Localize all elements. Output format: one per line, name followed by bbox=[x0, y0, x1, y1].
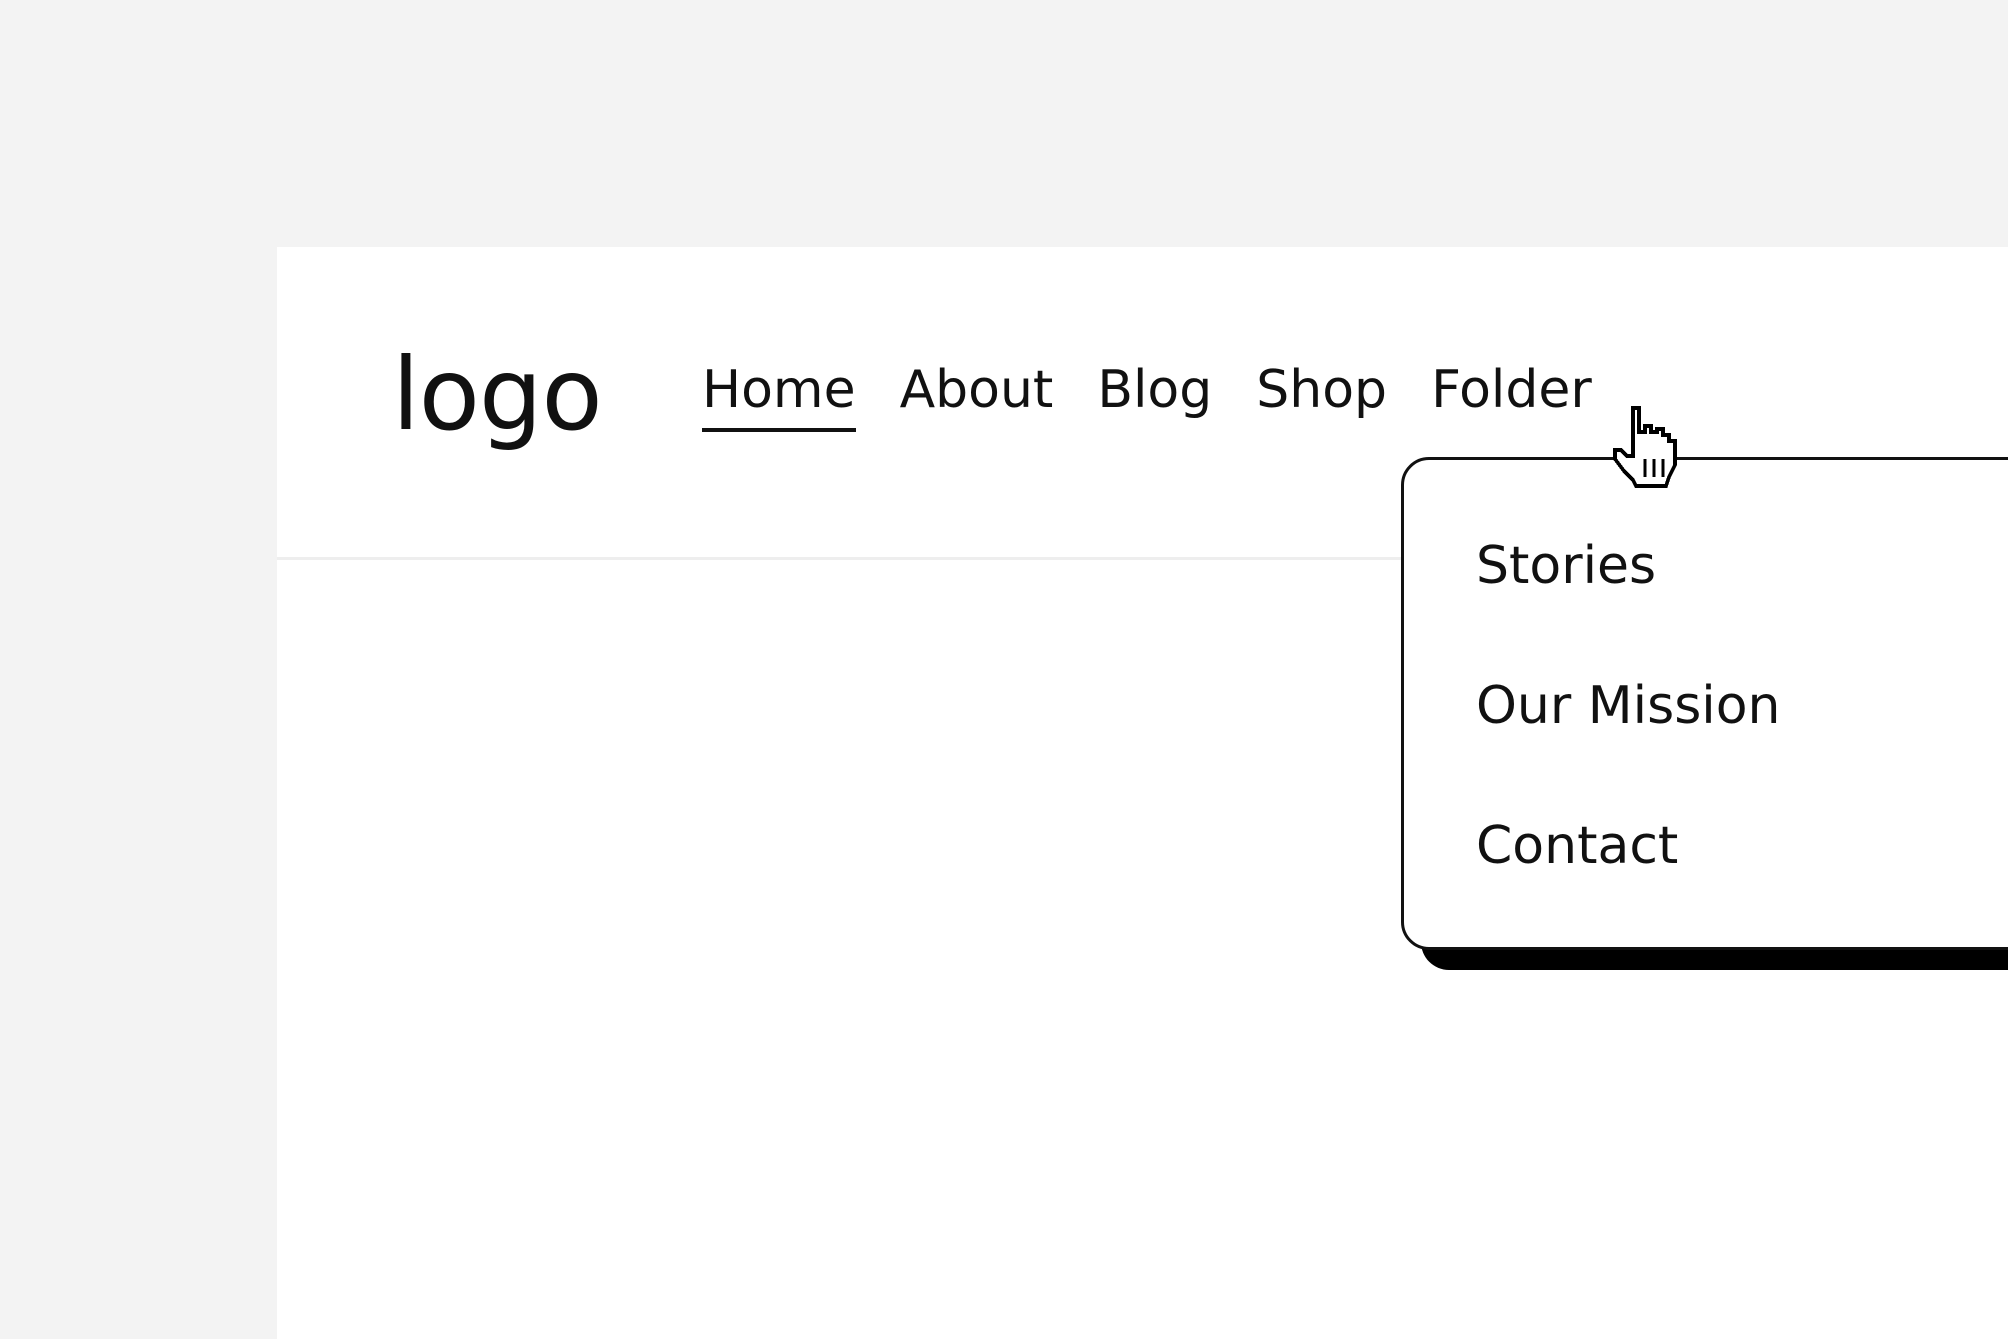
main-navigation: Home About Blog Shop Folder bbox=[702, 364, 1636, 432]
hand-pointer-icon bbox=[1613, 406, 1677, 488]
nav-item-blog[interactable]: Blog bbox=[1097, 364, 1212, 432]
nav-item-folder[interactable]: Folder bbox=[1431, 364, 1592, 432]
folder-dropdown-menu: Stories Our Mission Contact bbox=[1401, 457, 2008, 950]
nav-item-shop[interactable]: Shop bbox=[1256, 364, 1387, 432]
nav-item-about[interactable]: About bbox=[900, 364, 1054, 432]
site-logo[interactable]: logo bbox=[392, 345, 603, 445]
dropdown-item-stories[interactable]: Stories bbox=[1476, 540, 1656, 592]
dropdown-item-our-mission[interactable]: Our Mission bbox=[1476, 680, 1781, 732]
dropdown-item-contact[interactable]: Contact bbox=[1476, 820, 1678, 872]
nav-item-home[interactable]: Home bbox=[702, 364, 856, 432]
